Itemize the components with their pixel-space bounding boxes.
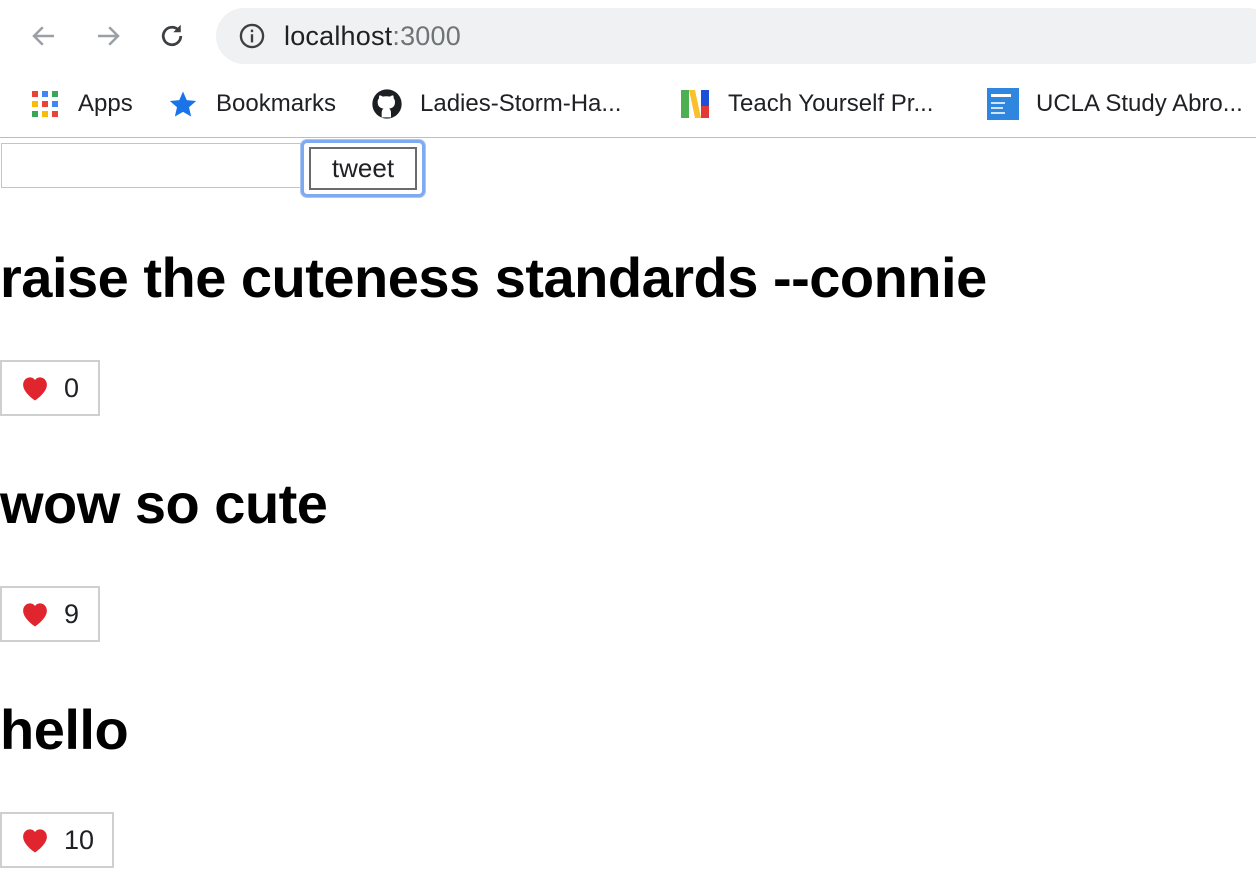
- like-button[interactable]: 9: [0, 586, 100, 642]
- heart-icon: [23, 603, 47, 627]
- bookmark-ucla-study-abroad[interactable]: UCLA Study Abro...: [986, 84, 1243, 124]
- url-text: localhost:3000: [284, 20, 461, 52]
- address-bar[interactable]: localhost:3000: [216, 8, 1256, 64]
- github-icon: [370, 87, 404, 121]
- like-button[interactable]: 0: [0, 360, 100, 416]
- bookmark-label: Ladies-Storm-Ha...: [420, 90, 622, 117]
- ucla-icon: [986, 87, 1020, 121]
- bookmark-apps[interactable]: Apps: [28, 84, 133, 124]
- tweet-button-label: tweet: [309, 147, 417, 190]
- forward-arrow-icon: [98, 26, 120, 46]
- apps-grid-icon: [28, 87, 62, 121]
- info-icon[interactable]: [238, 22, 266, 50]
- like-button[interactable]: 10: [0, 812, 114, 868]
- bookmark-label: UCLA Study Abro...: [1036, 90, 1243, 117]
- bookmark-teach-yourself[interactable]: Teach Yourself Pr...: [678, 84, 933, 124]
- forward-button[interactable]: [90, 18, 126, 54]
- reload-icon: [161, 24, 183, 47]
- heart-icon: [23, 829, 47, 853]
- bookmark-ladies-storm[interactable]: Ladies-Storm-Ha...: [370, 84, 621, 124]
- tweet-text: raise the cuteness standards --connie: [0, 246, 987, 309]
- bookmarks-bar: Apps Bookmarks Ladies-Storm-Ha... Teach …: [0, 72, 1256, 138]
- like-count: 0: [64, 372, 80, 403]
- like-count: 9: [64, 598, 80, 629]
- tweet-text: hello: [0, 698, 129, 761]
- bookmark-label: Bookmarks: [216, 90, 337, 117]
- tweet-button[interactable]: tweet: [301, 140, 425, 197]
- tweet-input[interactable]: [1, 143, 301, 188]
- n-logo-icon: [678, 87, 712, 121]
- url-port: :3000: [392, 21, 461, 51]
- like-count: 10: [64, 824, 95, 855]
- heart-icon: [23, 377, 47, 401]
- reload-button[interactable]: [154, 18, 190, 54]
- back-arrow-icon: [32, 26, 54, 46]
- back-button[interactable]: [26, 18, 62, 54]
- url-host: localhost: [284, 21, 393, 51]
- bookmark-bookmarks[interactable]: Bookmarks: [166, 84, 336, 124]
- star-icon: [166, 87, 200, 121]
- tweet-text: wow so cute: [0, 472, 328, 535]
- bookmark-label: Teach Yourself Pr...: [728, 90, 934, 117]
- browser-toolbar: localhost:3000: [0, 0, 1256, 72]
- bookmark-label: Apps: [78, 90, 133, 117]
